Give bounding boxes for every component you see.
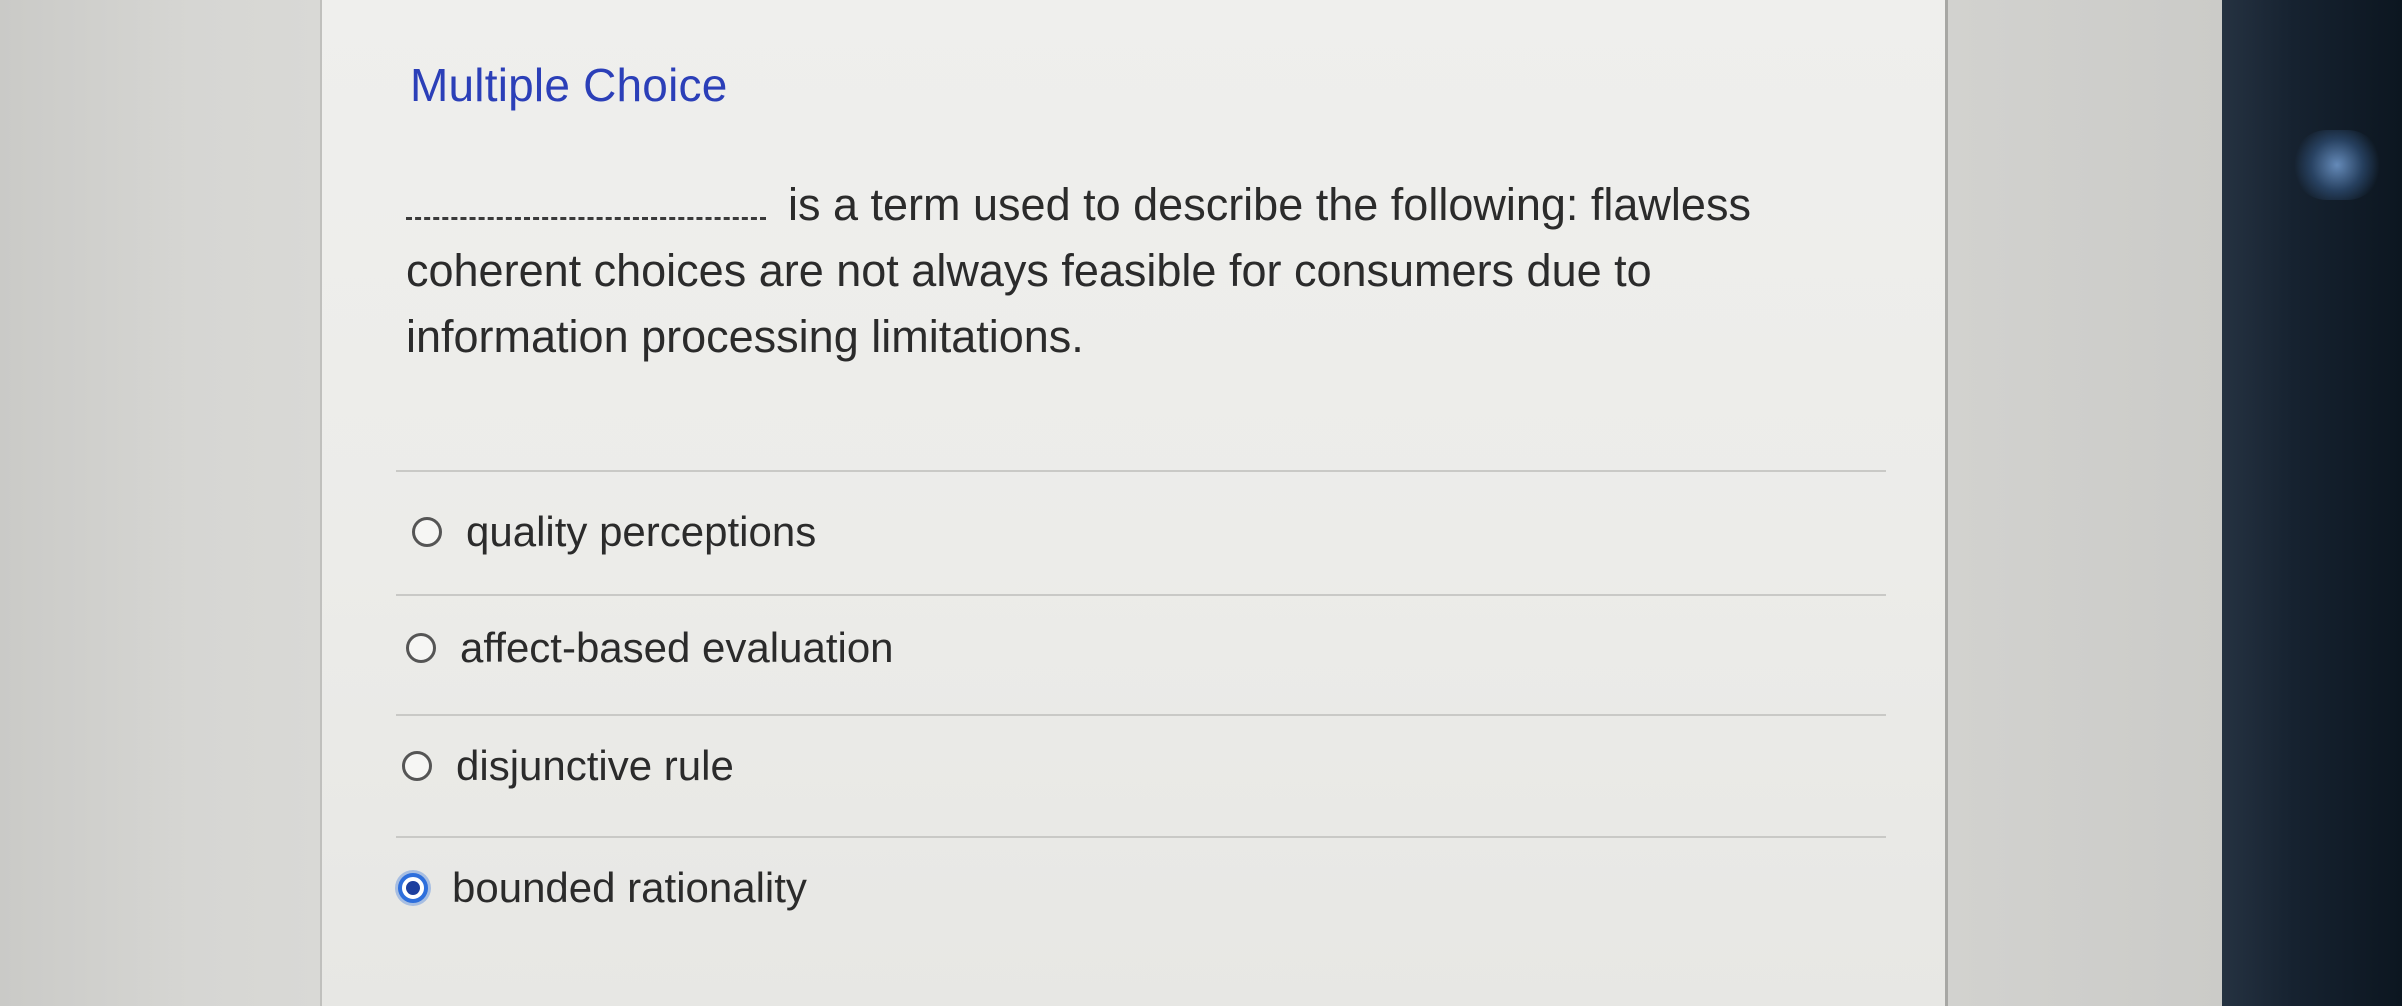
option-bounded-rationality[interactable]: bounded rationality xyxy=(398,864,807,912)
radio-button-selected[interactable] xyxy=(398,873,428,903)
option-quality-perceptions[interactable]: quality perceptions xyxy=(412,508,816,556)
option-label: quality perceptions xyxy=(466,508,817,555)
glare xyxy=(2292,130,2382,200)
question-heading: Multiple Choice xyxy=(410,59,728,111)
divider xyxy=(396,836,1886,838)
background-left xyxy=(0,0,320,1006)
radio-button[interactable] xyxy=(406,633,436,663)
option-label: affect-based evaluation xyxy=(460,624,894,671)
background-right xyxy=(1948,0,2222,1006)
option-label: bounded rationality xyxy=(452,864,807,911)
radio-button[interactable] xyxy=(402,751,432,781)
option-disjunctive-rule[interactable]: disjunctive rule xyxy=(402,742,734,790)
answer-blank xyxy=(406,187,766,220)
radio-button[interactable] xyxy=(412,517,442,547)
divider xyxy=(396,714,1886,716)
option-affect-based-evaluation[interactable]: affect-based evaluation xyxy=(406,624,894,672)
question-prompt: is a term used to describe the following… xyxy=(406,172,1826,370)
option-label: disjunctive rule xyxy=(456,742,734,789)
divider xyxy=(396,470,1886,472)
divider xyxy=(396,594,1886,596)
question-card xyxy=(320,0,1948,1006)
screen: Multiple Choice is a term used to descri… xyxy=(0,0,2402,1006)
